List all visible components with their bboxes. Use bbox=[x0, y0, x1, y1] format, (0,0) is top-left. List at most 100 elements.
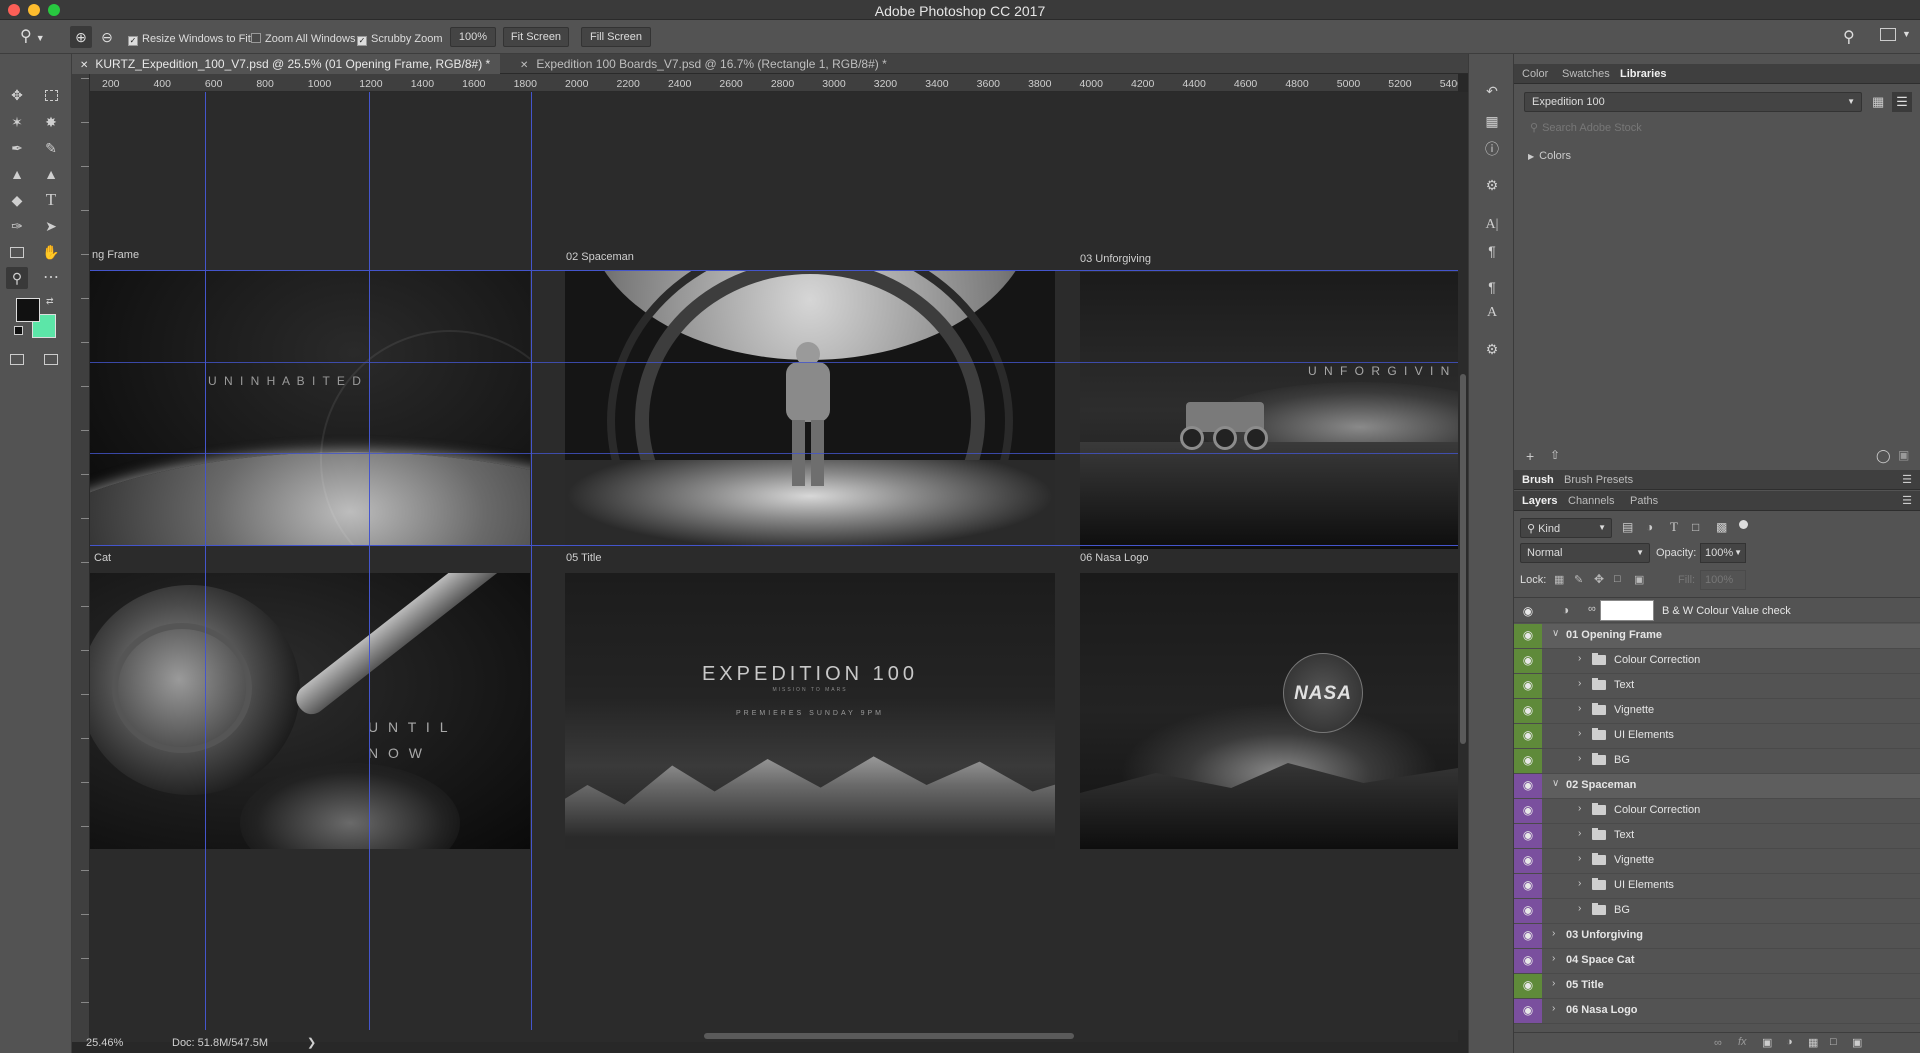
visibility-eye-icon[interactable]: ◉ bbox=[1516, 874, 1540, 896]
layer-name[interactable]: 02 Spaceman bbox=[1566, 779, 1636, 791]
guide-line[interactable] bbox=[369, 92, 370, 1030]
visibility-eye-icon[interactable]: ◉ bbox=[1516, 824, 1540, 846]
layer-name[interactable]: 01 Opening Frame bbox=[1566, 629, 1662, 641]
layer-name[interactable]: 03 Unforgiving bbox=[1566, 929, 1643, 941]
zoom-all-windows-checkbox[interactable]: Zoom All Windows bbox=[251, 32, 355, 46]
chevron-right-icon[interactable]: › bbox=[1578, 678, 1581, 689]
layer-folder-row[interactable]: ◉ › Text bbox=[1514, 824, 1920, 849]
close-tab-icon[interactable]: ✕ bbox=[80, 60, 88, 71]
fill-input[interactable]: 100% bbox=[1700, 570, 1746, 590]
add-content-icon[interactable]: + bbox=[1526, 448, 1534, 464]
lasso-tool-icon[interactable]: ✶ bbox=[6, 111, 28, 133]
paragraph-styles-icon[interactable]: ¶ bbox=[1481, 276, 1503, 298]
visibility-eye-icon[interactable]: ◉ bbox=[1516, 799, 1540, 821]
artboard-label[interactable]: 06 Nasa Logo bbox=[1080, 552, 1149, 564]
library-select[interactable]: Expedition 100 ▼ bbox=[1524, 92, 1862, 112]
lock-all-icon[interactable]: ▣ bbox=[1634, 573, 1644, 586]
quick-mask-icon[interactable] bbox=[6, 348, 28, 370]
blend-mode-select[interactable]: Normal ▼ bbox=[1520, 543, 1650, 563]
grid-view-icon[interactable]: ▦ bbox=[1872, 94, 1888, 110]
canvas[interactable]: ng Frame 02 Spaceman 03 Unforgiving Cat … bbox=[90, 92, 1458, 1030]
layer-group-row[interactable]: ◉ ∨ 02 Spaceman bbox=[1514, 774, 1920, 799]
properties-icon[interactable]: ▦ bbox=[1481, 110, 1503, 132]
visibility-eye-icon[interactable]: ◉ bbox=[1516, 649, 1540, 671]
chevron-right-icon[interactable]: › bbox=[1552, 978, 1555, 989]
tab-brush-presets[interactable]: Brush Presets bbox=[1564, 474, 1633, 486]
layer-group-row[interactable]: ◉ › 05 Title bbox=[1514, 974, 1920, 999]
path-select-icon[interactable]: ➤ bbox=[40, 215, 62, 237]
zoom-out-icon[interactable]: ⊖ bbox=[96, 26, 118, 48]
layer-folder-row[interactable]: ◉ › Vignette bbox=[1514, 849, 1920, 874]
visibility-eye-icon[interactable]: ◉ bbox=[1516, 749, 1540, 771]
more-tools-icon[interactable]: ⋯ bbox=[40, 267, 62, 289]
layer-name[interactable]: BG bbox=[1614, 904, 1630, 916]
visibility-eye-icon[interactable]: ◉ bbox=[1516, 724, 1540, 746]
zoom-percent[interactable]: 25.46% bbox=[86, 1037, 123, 1049]
smartobject-filter-icon[interactable]: ▩ bbox=[1716, 520, 1727, 534]
adjustment-filter-icon[interactable]: ◑ bbox=[1646, 520, 1653, 534]
visibility-eye-icon[interactable]: ◉ bbox=[1516, 699, 1540, 721]
resize-windows-checkbox[interactable]: ✓ Resize Windows to Fit bbox=[128, 32, 251, 46]
visibility-eye-icon[interactable]: ◉ bbox=[1516, 774, 1540, 796]
chevron-right-icon[interactable]: › bbox=[1578, 653, 1581, 664]
guide-line[interactable] bbox=[90, 545, 1458, 546]
delete-layer-icon[interactable]: ▣ bbox=[1852, 1036, 1862, 1049]
layer-folder-row[interactable]: ◉ › BG bbox=[1514, 899, 1920, 924]
layer-folder-row[interactable]: ◉ › UI Elements bbox=[1514, 724, 1920, 749]
layer-name[interactable]: Text bbox=[1614, 829, 1634, 841]
default-colors-icon[interactable] bbox=[14, 326, 23, 335]
new-layer-icon[interactable]: □ bbox=[1830, 1036, 1837, 1048]
pixel-filter-icon[interactable]: ▤ bbox=[1622, 520, 1633, 534]
layer-name[interactable]: 06 Nasa Logo bbox=[1566, 1004, 1638, 1016]
lock-transparency-icon[interactable]: ▦ bbox=[1554, 573, 1564, 586]
layer-folder-row[interactable]: ◉ › Vignette bbox=[1514, 699, 1920, 724]
zoom-value-field[interactable]: 100% bbox=[450, 27, 496, 47]
type-tool-icon[interactable]: T bbox=[40, 189, 62, 211]
chevron-right-icon[interactable]: › bbox=[1552, 928, 1555, 939]
chevron-right-icon[interactable]: › bbox=[1552, 1003, 1555, 1014]
workspace-icon[interactable] bbox=[1880, 28, 1896, 41]
artboard-label[interactable]: Cat bbox=[94, 552, 111, 564]
layer-name[interactable]: UI Elements bbox=[1614, 879, 1674, 891]
artboard-space-cat[interactable]: U N T I L N O W bbox=[90, 573, 530, 849]
vertical-ruler[interactable] bbox=[72, 74, 90, 1042]
colors-section[interactable]: ▶ Colors bbox=[1528, 150, 1571, 162]
layer-mask-thumbnail[interactable] bbox=[1600, 600, 1654, 621]
artboard-spaceman[interactable] bbox=[565, 270, 1055, 547]
zoom-tool-icon[interactable]: ⚲ bbox=[6, 267, 28, 289]
lock-artboard-icon[interactable]: □ bbox=[1614, 573, 1621, 585]
layer-group-row[interactable]: ◉ ∨ 01 Opening Frame bbox=[1514, 624, 1920, 649]
upload-icon[interactable]: ⇧ bbox=[1550, 448, 1560, 462]
chevron-right-icon[interactable]: › bbox=[1578, 878, 1581, 889]
add-mask-icon[interactable]: ▣ bbox=[1762, 1036, 1772, 1049]
magic-wand-icon[interactable]: ✸ bbox=[40, 111, 62, 133]
layer-group-row[interactable]: ◉ › 06 Nasa Logo bbox=[1514, 999, 1920, 1024]
layer-group-row[interactable]: ◉ › 03 Unforgiving bbox=[1514, 924, 1920, 949]
new-group-icon[interactable]: ▦ bbox=[1808, 1036, 1818, 1049]
fx-icon[interactable]: fx bbox=[1738, 1036, 1747, 1048]
layer-name[interactable]: UI Elements bbox=[1614, 729, 1674, 741]
chevron-right-icon[interactable]: › bbox=[1578, 753, 1581, 764]
brush-tool-icon[interactable]: ✎ bbox=[40, 137, 62, 159]
fill-tool-icon[interactable]: ◆ bbox=[6, 189, 28, 211]
visibility-eye-icon[interactable]: ◉ bbox=[1516, 674, 1540, 696]
stamp-tool-icon[interactable]: ▲ bbox=[6, 163, 28, 185]
mask-link-icon[interactable]: ∞ bbox=[1588, 603, 1596, 615]
rectangle-tool-icon[interactable] bbox=[6, 241, 28, 263]
panel-menu-icon[interactable]: ☰ bbox=[1902, 494, 1912, 507]
artboard-label[interactable]: 02 Spaceman bbox=[566, 251, 634, 263]
shape-filter-icon[interactable]: □ bbox=[1692, 520, 1699, 534]
filter-toggle-icon[interactable] bbox=[1739, 520, 1748, 529]
visibility-eye-icon[interactable]: ◉ bbox=[1516, 600, 1540, 622]
tab-kurtz-document[interactable]: ✕ KURTZ_Expedition_100_V7.psd @ 25.5% (01… bbox=[72, 54, 500, 74]
paragraph-icon[interactable]: ¶ bbox=[1481, 240, 1503, 262]
screen-mode-icon[interactable] bbox=[40, 348, 62, 370]
visibility-eye-icon[interactable]: ◉ bbox=[1516, 849, 1540, 871]
visibility-eye-icon[interactable]: ◉ bbox=[1516, 999, 1540, 1021]
layer-group-row[interactable]: ◉ › 04 Space Cat bbox=[1514, 949, 1920, 974]
layer-name[interactable]: B & W Colour Value check bbox=[1662, 605, 1791, 617]
layer-filter-select[interactable]: ⚲ Kind ▼ bbox=[1520, 518, 1612, 538]
artboard-label[interactable]: ng Frame bbox=[92, 249, 139, 261]
visibility-eye-icon[interactable]: ◉ bbox=[1516, 924, 1540, 946]
tab-color[interactable]: Color bbox=[1522, 68, 1548, 80]
